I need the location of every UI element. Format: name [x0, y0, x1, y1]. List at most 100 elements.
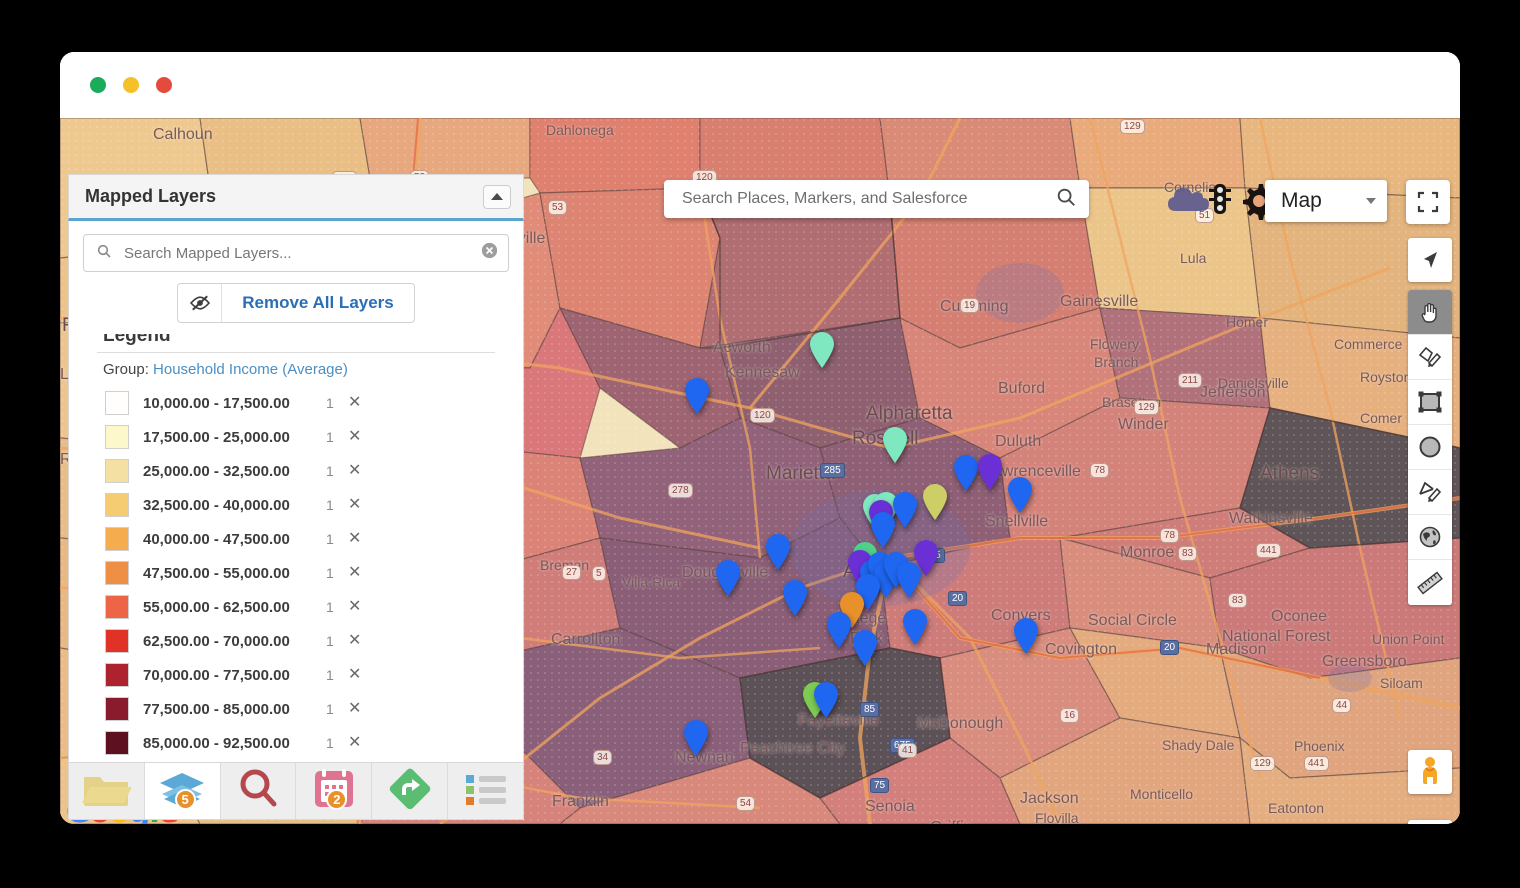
pan-hand-tool[interactable]	[1408, 290, 1452, 335]
legend-color-swatch	[105, 697, 129, 721]
chevron-down-icon[interactable]	[1366, 198, 1376, 204]
draw-line-tool[interactable]	[1408, 470, 1452, 515]
map-search-input[interactable]	[680, 189, 1055, 209]
draw-rectangle-tool[interactable]	[1408, 380, 1452, 425]
map-canvas[interactable]: CalhounDahlonegaAdairsvilleDawsonvilleWa…	[60, 118, 1460, 824]
window-maximize-button[interactable]	[156, 77, 172, 93]
mapped-layers-search-input[interactable]	[122, 243, 481, 263]
legend-remove-icon[interactable]: ✕	[348, 735, 361, 751]
dock-list[interactable]	[448, 763, 523, 819]
window-minimize-button[interactable]	[123, 77, 139, 93]
traffic-light-icon[interactable]	[1208, 180, 1232, 220]
dock-calendar[interactable]: 2	[296, 763, 373, 819]
search-icon[interactable]	[1055, 186, 1077, 213]
map-type-dropdown[interactable]: Map	[1265, 180, 1387, 222]
dock-folders[interactable]	[69, 763, 145, 819]
map-marker-pin[interactable]	[902, 609, 928, 645]
fullscreen-icon	[1417, 191, 1439, 213]
map-marker-pin[interactable]	[683, 720, 709, 756]
map-marker-pin[interactable]	[1013, 618, 1039, 654]
map-marker-pin[interactable]	[922, 484, 948, 520]
legend-row[interactable]: 10,000.00 - 17,500.00 1 ✕	[69, 386, 523, 420]
map-tool-rail[interactable]	[1408, 238, 1452, 605]
legend-color-swatch	[105, 731, 129, 755]
legend-remove-icon[interactable]: ✕	[348, 667, 361, 683]
legend-range-label: 25,000.00 - 32,500.00	[143, 462, 290, 480]
legend-row[interactable]: 62,500.00 - 70,000.00 1 ✕	[69, 624, 523, 658]
cloud-icon[interactable]	[1165, 180, 1209, 220]
legend-remove-icon[interactable]: ✕	[348, 701, 361, 717]
map-marker-pin[interactable]	[684, 378, 710, 414]
legend-remove-icon[interactable]: ✕	[348, 565, 361, 581]
legend-remove-icon[interactable]: ✕	[348, 497, 361, 513]
draw-polygon-tool[interactable]	[1408, 335, 1452, 380]
map-marker-pin[interactable]	[892, 492, 918, 528]
legend-color-swatch	[105, 629, 129, 653]
legend-remove-icon[interactable]: ✕	[348, 531, 361, 547]
bottom-dock-toolbar[interactable]: 52	[68, 762, 524, 820]
legend-remove-icon[interactable]: ✕	[348, 395, 361, 411]
legend-heading-clip: Legend	[69, 334, 523, 350]
legend-row[interactable]: 85,000.00 - 92,500.00 1 ✕	[69, 726, 523, 760]
map-search-bar[interactable]	[664, 180, 1089, 218]
window-close-button[interactable]	[90, 77, 106, 93]
map-marker-pin[interactable]	[882, 427, 908, 463]
legend-color-swatch	[105, 527, 129, 551]
route-shield: 285	[820, 463, 845, 478]
zoom-in-button[interactable]: +	[1408, 820, 1452, 824]
legend-remove-icon[interactable]: ✕	[348, 599, 361, 615]
legend-row[interactable]: 25,000.00 - 32,500.00 1 ✕	[69, 454, 523, 488]
dock-badge: 5	[174, 789, 196, 810]
globe-tool[interactable]	[1408, 515, 1452, 560]
legend-row[interactable]: 32,500.00 - 40,000.00 1 ✕	[69, 488, 523, 522]
street-view-pegman-button[interactable]	[1408, 750, 1452, 794]
mapped-layers-panel[interactable]: Mapped Layers Search Mapped Layers... Re…	[68, 174, 524, 805]
legend-row[interactable]: 40,000.00 - 47,500.00 1 ✕	[69, 522, 523, 556]
legend-row[interactable]: 55,000.00 - 62,500.00 1 ✕	[69, 590, 523, 624]
route-shield: 41	[898, 743, 918, 758]
legend-row[interactable]: 17,500.00 - 25,000.00 1 ✕	[69, 420, 523, 454]
map-marker-pin[interactable]	[852, 630, 878, 666]
measure-tool[interactable]	[1408, 560, 1452, 605]
zoom-controls[interactable]: + –	[1408, 820, 1452, 824]
legend-color-swatch	[105, 459, 129, 483]
map-marker-pin[interactable]	[826, 612, 852, 648]
legend-count: 1	[326, 531, 334, 547]
dock-search[interactable]	[220, 763, 297, 819]
legend-row[interactable]: 47,500.00 - 55,000.00 1 ✕	[69, 556, 523, 590]
route-shield: 78	[1160, 528, 1180, 543]
legend-row[interactable]: 70,000.00 - 77,500.00 1 ✕	[69, 658, 523, 692]
legend-remove-icon[interactable]: ✕	[348, 429, 361, 445]
map-marker-pin[interactable]	[715, 560, 741, 596]
legend-row[interactable]: 77,500.00 - 85,000.00 1 ✕	[69, 692, 523, 726]
clear-circle-icon[interactable]	[481, 242, 498, 264]
legend-range-label: 77,500.00 - 85,000.00	[143, 700, 290, 718]
draw-circle-tool[interactable]	[1408, 425, 1452, 470]
legend-count: 1	[326, 667, 334, 683]
legend-remove-icon[interactable]: ✕	[348, 633, 361, 649]
legend-group-link[interactable]: Household Income (Average)	[153, 361, 348, 378]
eye-slash-icon[interactable]	[178, 284, 223, 322]
legend-color-swatch	[105, 595, 129, 619]
mapped-layers-search[interactable]	[83, 234, 509, 272]
map-marker-pin[interactable]	[1007, 477, 1033, 513]
map-marker-pin[interactable]	[765, 534, 791, 570]
map-marker-pin[interactable]	[896, 562, 922, 598]
dock-routes[interactable]	[372, 763, 449, 819]
dock-layers[interactable]: 5	[144, 763, 221, 819]
map-marker-pin[interactable]	[809, 332, 835, 368]
legend-count: 1	[326, 565, 334, 581]
route-shield: 441	[1304, 756, 1329, 771]
map-marker-pin[interactable]	[813, 682, 839, 718]
remove-all-layers-button[interactable]: Remove All Layers	[177, 283, 415, 323]
map-marker-pin[interactable]	[782, 580, 808, 616]
remove-all-layers-label: Remove All Layers	[242, 293, 394, 312]
navigate-arrow-tool[interactable]	[1408, 238, 1452, 282]
legend-remove-icon[interactable]: ✕	[348, 463, 361, 479]
fullscreen-button[interactable]	[1406, 180, 1450, 224]
rectangle-icon	[1418, 391, 1442, 413]
map-marker-pin[interactable]	[953, 455, 979, 491]
panel-collapse-button[interactable]	[483, 184, 511, 209]
route-shield: 120	[750, 408, 775, 423]
map-marker-pin[interactable]	[977, 454, 1003, 490]
